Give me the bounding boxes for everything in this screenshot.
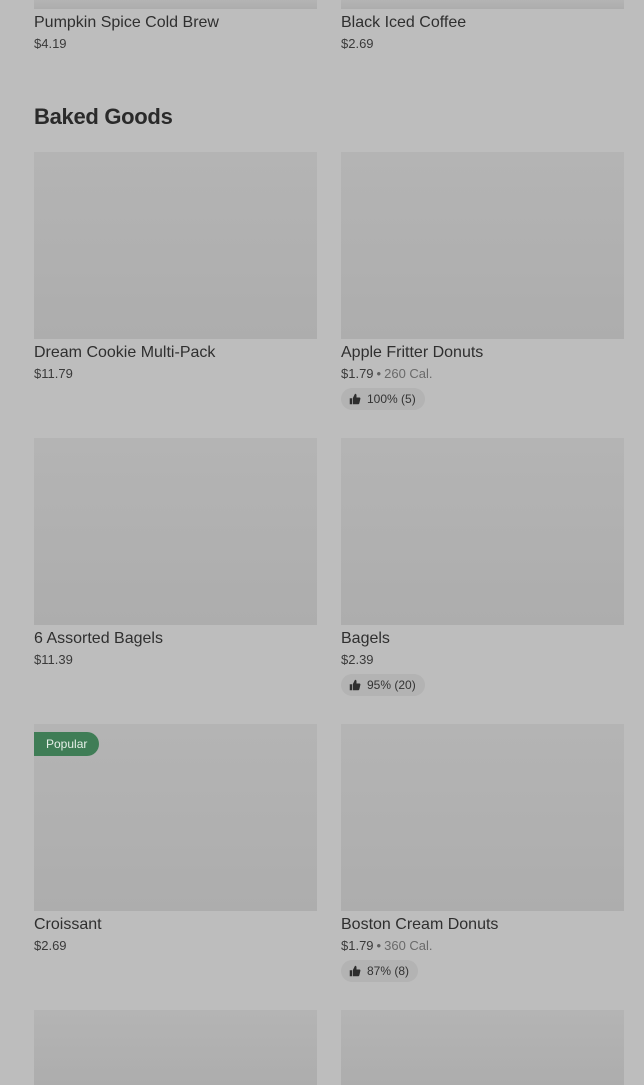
item-price: $2.39: [341, 652, 374, 667]
rating-text: 100% (5): [367, 392, 416, 406]
menu-item-card[interactable]: Bagels $2.39 95% (20): [341, 438, 624, 696]
item-name: Dream Cookie Multi-Pack: [34, 344, 216, 361]
item-name: Bagels: [341, 630, 390, 647]
rating-badge: 95% (20): [341, 674, 425, 696]
item-image: [34, 438, 317, 625]
item-image: [341, 724, 624, 911]
item-price: $1.79: [341, 938, 374, 953]
separator: •: [376, 938, 382, 953]
menu-item-card[interactable]: Dream Cookie Multi-Pack $11.79: [34, 152, 317, 383]
item-price-calories: $1.79 • 360 Cal.: [341, 937, 624, 955]
rating-text: 87% (8): [367, 964, 410, 978]
item-price-calories: $1.79 • 260 Cal.: [341, 365, 624, 383]
rating-text: 95% (20): [367, 678, 416, 692]
item-image: [341, 0, 624, 9]
item-name: 6 Assorted Bagels: [34, 630, 163, 647]
item-name: Croissant: [34, 916, 102, 933]
section-title: Baked Goods: [34, 104, 173, 129]
item-price: $2.69: [341, 36, 374, 51]
item-price: $1.79: [341, 366, 374, 381]
popular-badge: Popular: [34, 732, 100, 756]
item-price: $4.19: [34, 36, 67, 51]
item-image: [34, 1010, 317, 1085]
item-calories: 360 Cal.: [384, 938, 433, 953]
item-name: Apple Fritter Donuts: [341, 344, 484, 361]
item-name: Black Iced Coffee: [341, 14, 467, 31]
rating-badge: 100% (5): [341, 388, 425, 410]
menu-page: Pumpkin Spice Cold Brew $4.19 Black Iced…: [0, 0, 644, 1085]
menu-item-card[interactable]: Apple Fritter Donuts $1.79 • 260 Cal. 100%…: [341, 152, 624, 410]
thumbs-up-icon: [349, 679, 361, 691]
rating-badge: 87% (8): [341, 960, 419, 982]
item-calories: 260 Cal.: [384, 366, 433, 381]
menu-item-card[interactable]: [34, 1010, 317, 1085]
menu-item-card[interactable]: Black Iced Coffee $2.69: [341, 0, 624, 53]
menu-item-card[interactable]: Boston Cream Donuts $1.79 • 360 Cal. 87% (…: [341, 724, 624, 982]
item-image: [341, 438, 624, 625]
separator: •: [376, 366, 382, 381]
item-name: Pumpkin Spice Cold Brew: [34, 14, 219, 31]
item-image: [341, 1010, 624, 1085]
item-price: $11.79: [34, 366, 73, 381]
item-image: [341, 152, 624, 339]
thumbs-up-icon: [349, 393, 361, 405]
menu-item-card[interactable]: [341, 1010, 624, 1085]
menu-item-card[interactable]: Popular Croissant $2.69: [34, 724, 317, 955]
menu-item-card[interactable]: Pumpkin Spice Cold Brew $4.19: [34, 0, 317, 53]
thumbs-up-icon: [349, 965, 361, 977]
menu-item-card[interactable]: 6 Assorted Bagels $11.39: [34, 438, 317, 669]
item-image: [34, 0, 317, 9]
item-price: $11.39: [34, 652, 73, 667]
item-image: [34, 152, 317, 339]
item-name: Boston Cream Donuts: [341, 916, 499, 933]
item-price: $2.69: [34, 938, 67, 953]
